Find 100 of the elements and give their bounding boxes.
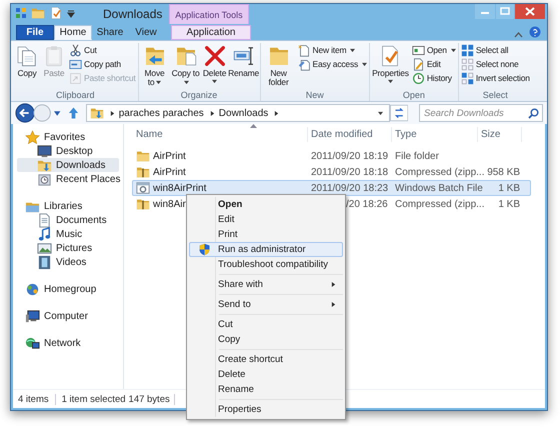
shortcut-icon <box>69 72 82 84</box>
file-name: AirPrint <box>153 166 186 178</box>
nav-item[interactable]: Homegroup <box>17 282 119 296</box>
shield-icon <box>198 243 210 256</box>
nav-item[interactable]: Network <box>17 336 119 350</box>
menu-item[interactable]: Delete <box>189 367 343 382</box>
search-field[interactable]: Search Downloads <box>418 104 543 122</box>
ribbon-button[interactable]: New item <box>296 43 368 57</box>
nav-item[interactable]: Computer <box>17 309 119 323</box>
help-icon[interactable] <box>529 26 541 38</box>
zip-folder-icon <box>136 197 150 211</box>
column-header[interactable]: Date modified <box>308 127 392 142</box>
ribbon-button[interactable]: Properties <box>371 43 410 85</box>
nav-item[interactable]: Favorites <box>17 130 119 144</box>
ribbon-button[interactable]: Rename <box>228 43 259 79</box>
network-globe-icon <box>25 336 40 350</box>
dropdown-caret-icon <box>212 79 218 84</box>
collapse-ribbon-icon[interactable] <box>514 31 523 38</box>
document-check-icon[interactable] <box>49 6 63 20</box>
nav-item[interactable]: Pictures <box>17 241 119 255</box>
back-button[interactable] <box>15 102 36 124</box>
nav-item[interactable]: Desktop <box>17 144 119 158</box>
nav-item[interactable]: Documents <box>17 213 119 227</box>
menu-item[interactable]: Cut <box>189 317 343 332</box>
column-header[interactable]: Size <box>478 127 522 142</box>
table-cell: 958 KB <box>487 166 520 178</box>
picture-frame-icon <box>37 240 52 256</box>
column-header[interactable]: Type <box>392 127 478 142</box>
menu-item[interactable]: Copy <box>189 332 343 347</box>
window-icon <box>412 44 425 56</box>
new-document-icon <box>298 44 311 56</box>
ribbon-button[interactable]: Delete <box>202 43 228 85</box>
menu-item[interactable]: Send to <box>189 297 343 312</box>
star-icon <box>25 130 40 144</box>
ribbon-tab[interactable]: Application <box>171 25 251 40</box>
ribbon-button[interactable]: Invert selection <box>460 71 531 85</box>
ribbon-button[interactable]: Open <box>410 43 457 57</box>
scissors-icon <box>69 44 82 56</box>
submenu-arrow-icon <box>331 302 336 307</box>
dropdown-caret-icon <box>350 48 356 52</box>
refresh-button[interactable] <box>390 104 408 122</box>
ribbon-button[interactable]: Move to <box>140 43 170 88</box>
ribbon-button[interactable]: Copy to <box>170 43 201 88</box>
breadcrumb[interactable]: Downloads <box>218 108 268 118</box>
breadcrumb[interactable]: paraches paraches <box>118 108 204 118</box>
menu-item[interactable]: Create shortcut <box>189 352 343 367</box>
ribbon-button[interactable]: Cut <box>68 43 137 57</box>
minimize-button[interactable] <box>475 4 495 19</box>
nav-item[interactable]: Downloads <box>17 158 119 172</box>
customize-caret-icon[interactable] <box>67 8 75 18</box>
table-cell: 2011/09/20 18:18 <box>311 166 388 178</box>
dropdown-caret-icon <box>450 48 456 52</box>
table-cell: Compressed (zipp... <box>395 166 484 178</box>
address-field[interactable]: paraches paraches Downloads <box>86 104 390 122</box>
ribbon-group-label: Organize <box>180 90 218 101</box>
menu-item[interactable]: Edit <box>189 212 343 227</box>
maximize-button[interactable] <box>496 4 514 19</box>
close-button[interactable] <box>515 4 545 19</box>
ribbon-tab[interactable]: View <box>128 25 164 40</box>
menu-item[interactable]: Print <box>189 227 343 242</box>
path-box-icon <box>69 58 82 70</box>
document-icon <box>37 212 52 228</box>
selected-file-row[interactable]: win8AirPrint 2011/09/20 18:23 Windows Batch File 1 KB <box>132 180 531 196</box>
menu-item[interactable]: Troubleshoot compatibility <box>189 257 343 272</box>
globe-people-icon <box>25 282 40 296</box>
nav-item[interactable]: Recent Places <box>17 172 119 186</box>
zip-folder-icon <box>136 165 150 179</box>
text-cursor-icon <box>232 44 256 68</box>
ribbon-button[interactable]: Easy access <box>296 57 368 71</box>
empty-grid-icon <box>460 58 474 70</box>
table-cell: 1 KB <box>498 182 520 194</box>
up-arrow-icon[interactable] <box>68 106 79 120</box>
window-menu-icon[interactable] <box>15 7 27 19</box>
menu-item[interactable]: Rename <box>189 382 343 397</box>
nav-item[interactable]: Libraries <box>17 199 119 213</box>
file-tab[interactable]: File <box>16 25 54 40</box>
ribbon-button[interactable]: Copy path <box>68 57 137 71</box>
ribbon-tab[interactable]: Share <box>92 25 128 40</box>
search-icon <box>528 108 539 119</box>
ribbon-button[interactable]: History <box>410 71 457 85</box>
nav-item[interactable]: Videos <box>17 255 119 269</box>
ribbon-group-label: New <box>304 90 325 101</box>
menu-item[interactable]: Properties <box>189 402 343 417</box>
menu-item[interactable]: Share with <box>189 277 343 292</box>
folder-icon <box>90 106 104 120</box>
dropdown-caret-icon <box>378 110 383 116</box>
nav-item[interactable]: Music <box>17 227 119 241</box>
ribbon-button[interactable]: Copy <box>14 43 40 79</box>
ribbon-button[interactable]: Select none <box>460 57 531 71</box>
history-caret-icon[interactable] <box>54 110 61 116</box>
menu-item[interactable]: Open <box>189 197 343 212</box>
ribbon-button[interactable]: Select all <box>460 43 531 57</box>
window-title: Downloads <box>103 6 164 21</box>
menu-item[interactable]: Run as administrator <box>189 242 343 257</box>
ribbon-button[interactable]: New folder <box>262 43 296 88</box>
ribbon-tab[interactable]: Home <box>54 25 92 40</box>
ribbon-group-label: Open <box>402 90 426 101</box>
dropdown-caret-icon <box>388 79 393 84</box>
submenu-arrow-icon <box>331 282 336 287</box>
ribbon-button[interactable]: Edit <box>410 57 457 71</box>
